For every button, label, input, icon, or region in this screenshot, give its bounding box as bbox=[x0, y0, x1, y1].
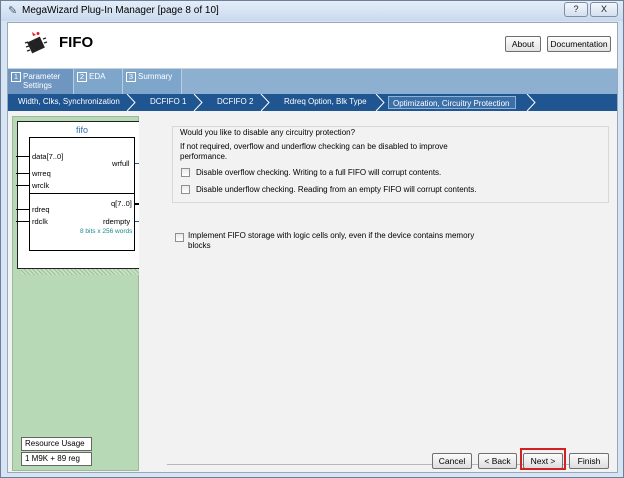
fifo-symbol: fifo data[7..0] wrreq wrclk rdreq rdclk … bbox=[16, 121, 147, 269]
about-button[interactable]: About bbox=[505, 36, 541, 52]
disable-underflow-checkbox[interactable] bbox=[181, 185, 190, 194]
pin-line bbox=[16, 221, 29, 222]
close-button[interactable]: X bbox=[590, 2, 618, 17]
logic-cells-label[interactable]: Implement FIFO storage with logic cells … bbox=[188, 231, 488, 251]
tab-bar: 1 Parameter Settings 2 EDA 3 Summary bbox=[8, 69, 617, 94]
documentation-button-label: Documentation bbox=[550, 39, 608, 49]
symbol-divider bbox=[29, 193, 135, 194]
pin-line bbox=[16, 185, 29, 186]
chevron-right-icon bbox=[126, 94, 136, 111]
tab-label: Parameter Settings bbox=[23, 72, 61, 90]
help-button[interactable]: ? bbox=[564, 2, 588, 17]
pin-line bbox=[16, 173, 29, 174]
header: FIFO About Documentation bbox=[8, 23, 617, 69]
cancel-button[interactable]: Cancel bbox=[432, 453, 472, 469]
tab-label: EDA bbox=[89, 72, 106, 81]
pin-wrfull: wrfull bbox=[112, 159, 130, 168]
pin-rdempty: rdempty bbox=[103, 217, 131, 226]
step-dcfifo-2[interactable]: DCFIFO 2 bbox=[217, 97, 253, 106]
symbol-size-info: 8 bits x 256 words bbox=[80, 228, 133, 235]
app-icon: ✎ bbox=[8, 5, 18, 17]
pin-q: q[7..0] bbox=[111, 199, 132, 208]
pin-wrclk: wrclk bbox=[32, 181, 50, 190]
tab-number: 2 bbox=[77, 72, 87, 82]
chevron-right-icon bbox=[193, 94, 203, 111]
disable-overflow-label[interactable]: Disable overflow checking. Writing to a … bbox=[196, 168, 441, 177]
resource-usage-label: Resource Usage bbox=[21, 437, 92, 451]
pin-wrreq: wrreq bbox=[32, 169, 51, 178]
tab-number: 1 bbox=[11, 72, 21, 82]
about-button-label: About bbox=[511, 39, 535, 49]
symbol-panel: fifo data[7..0] wrreq wrclk rdreq rdclk … bbox=[12, 116, 148, 471]
page-title: FIFO bbox=[59, 34, 94, 51]
disable-underflow-label[interactable]: Disable underflow checking. Reading from… bbox=[196, 185, 477, 194]
megafunction-chip-icon bbox=[24, 32, 48, 54]
next-button-highlight bbox=[520, 448, 566, 470]
pin-rdclk: rdclk bbox=[32, 217, 48, 226]
chevron-right-icon bbox=[375, 94, 385, 111]
options-panel: Would you like to disable any circuitry … bbox=[139, 111, 617, 471]
symbol-title: fifo bbox=[75, 125, 88, 135]
chevron-right-icon bbox=[260, 94, 270, 111]
title-bar[interactable]: ✎ MegaWizard Plug-In Manager [page 8 of … bbox=[1, 1, 623, 21]
step-rdreq-option[interactable]: Rdreq Option, Blk Type bbox=[284, 97, 367, 106]
chevron-right-icon bbox=[526, 94, 536, 111]
pin-rdreq: rdreq bbox=[32, 205, 50, 214]
pin-line bbox=[16, 156, 29, 157]
back-button[interactable]: < Back bbox=[478, 453, 517, 469]
logic-cells-checkbox[interactable] bbox=[175, 233, 184, 242]
protection-question: Would you like to disable any circuitry … bbox=[180, 128, 356, 137]
tab-parameter-settings[interactable]: 1 Parameter Settings bbox=[8, 69, 74, 94]
tab-eda[interactable]: 2 EDA bbox=[74, 69, 123, 94]
disable-overflow-checkbox[interactable] bbox=[181, 168, 190, 177]
step-bar: Width, Clks, Synchronization DCFIFO 1 DC… bbox=[8, 94, 617, 111]
step-width-clks[interactable]: Width, Clks, Synchronization bbox=[18, 97, 120, 106]
pin-data: data[7..0] bbox=[32, 152, 64, 161]
tab-label: Summary bbox=[138, 72, 173, 81]
pin-line bbox=[16, 209, 29, 210]
cancel-button-label: Cancel bbox=[438, 456, 466, 466]
step-dcfifo-1[interactable]: DCFIFO 1 bbox=[150, 97, 186, 106]
protection-description: If not required, overflow and underflow … bbox=[180, 142, 448, 161]
tab-summary[interactable]: 3 Summary bbox=[123, 69, 182, 94]
resource-usage-value: 1 M9K + 89 reg bbox=[21, 452, 92, 466]
window-title: MegaWizard Plug-In Manager [page 8 of 10… bbox=[22, 5, 219, 16]
back-button-label: < Back bbox=[484, 456, 511, 466]
finish-button[interactable]: Finish bbox=[569, 453, 609, 469]
wizard-content: FIFO About Documentation 1 Parameter Set… bbox=[7, 22, 618, 473]
wizard-window: ✎ MegaWizard Plug-In Manager [page 8 of … bbox=[0, 0, 624, 478]
tab-number: 3 bbox=[126, 72, 136, 82]
documentation-button[interactable]: Documentation bbox=[547, 36, 611, 52]
step-optimization[interactable]: Optimization, Circuitry Protection bbox=[388, 96, 517, 109]
finish-button-label: Finish bbox=[577, 456, 601, 466]
